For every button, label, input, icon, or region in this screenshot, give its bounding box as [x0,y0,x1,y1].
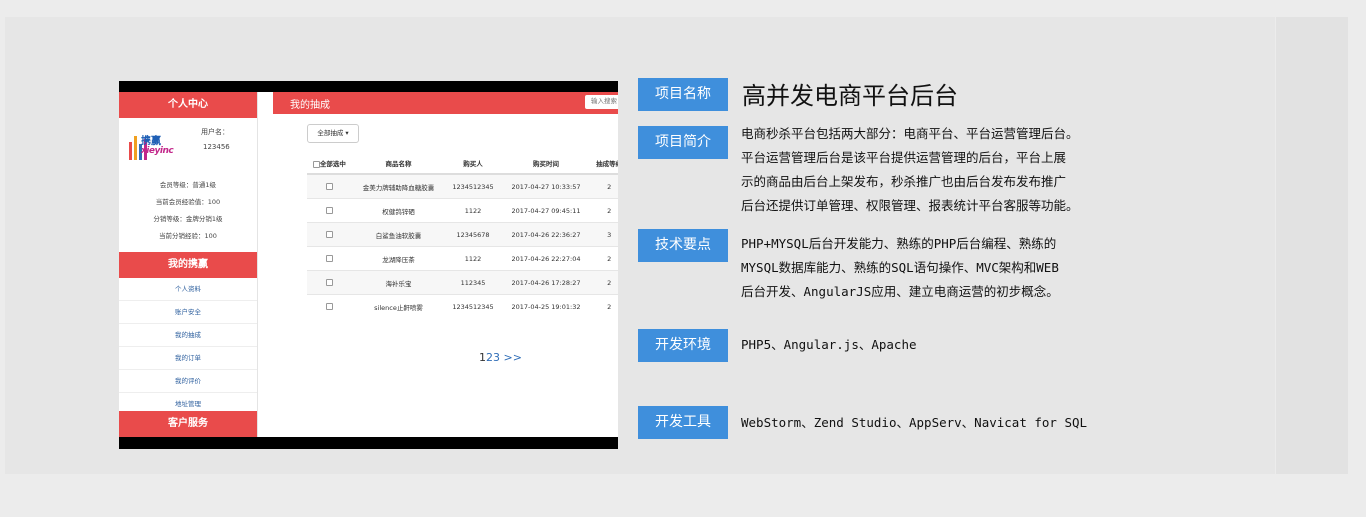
tag-dev-tools: 开发工具 [638,406,728,439]
cell-buyer: 1122 [445,198,501,223]
tag-tech-points: 技术要点 [638,229,728,262]
cell-product: 金美力牌辅助降血糖胶囊 [351,173,446,199]
main-title: 我的抽成 [290,100,330,111]
sidebar-section-header: 我的携赢 [119,252,257,278]
commission-table: 全部选中 商品名称 购买人 购买时间 抽成等级 金美力牌辅助降血糖胶囊 1234… [307,153,618,318]
table-row: 海补乐宝 112345 2017-04-26 17:28:27 2 [307,270,618,295]
row-checkbox[interactable] [325,207,333,214]
tag-dev-env: 开发环境 [638,329,728,362]
logo-cn-text: 携赢 [141,136,161,147]
stat-dist-exp: 当前分销经验：100 [159,232,217,240]
cell-time: 2017-04-25 19:01:32 [500,294,592,318]
col-select-all-label: 全部选中 [319,160,346,168]
screenshot-content: 个人中心 携赢 xieyinc 用户名： 123456 会员等级：普通1级 当前… [119,92,618,437]
cell-product: 海补乐宝 [351,270,446,295]
col-buyer: 购买人 [445,153,501,175]
table-header-row: 全部选中 商品名称 购买人 购买时间 抽成等级 [307,153,618,175]
cell-level: 3 [591,222,618,247]
row-checkbox[interactable] [325,231,333,238]
project-name: 高并发电商平台后台 [742,82,958,110]
cell-buyer: 1234512345 [445,294,501,318]
table-row: 龙湖降压茶 1122 2017-04-26 22:27:04 2 [307,246,618,271]
tech-line: PHP+MYSQL后台开发能力、熟练的PHP后台编程、熟练的 [741,236,1057,251]
sidebar-header: 个人中心 [119,92,257,118]
search-input[interactable] [585,95,618,109]
row-checkbox-cell[interactable] [307,270,352,295]
sidebar-item-commission[interactable]: 我的抽成 [119,324,257,347]
tag-project-name: 项目名称 [638,78,728,111]
row-checkbox[interactable] [325,303,333,310]
pagination: 123 >> [479,351,522,364]
tech-points: PHP+MYSQL后台开发能力、熟练的PHP后台编程、熟练的 MYSQL数据库能… [741,232,1059,304]
project-screenshot: 个人中心 携赢 xieyinc 用户名： 123456 会员等级：普通1级 当前… [119,81,618,449]
stat-member-level: 会员等级：普通1级 [159,181,217,189]
cell-product: 龙湖降压茶 [351,246,446,271]
cell-level: 2 [591,173,618,199]
project-intro: 电商秒杀平台包括两大部分：电商平台、平台运营管理后台。 平台运营管理后台是该平台… [741,122,1079,218]
main-header: 我的抽成 [273,92,618,114]
cell-level: 2 [591,198,618,223]
row-checkbox-cell[interactable] [307,173,352,199]
cell-buyer: 12345678 [445,222,501,247]
stat-member-exp: 当前会员经验值：100 [155,198,221,206]
table-row: 权健鸽锌硒 1122 2017-04-27 09:45:11 2 [307,198,618,223]
sidebar-item-security[interactable]: 账户安全 [119,301,257,324]
username: 123456 [203,143,230,151]
sidebar: 个人中心 携赢 xieyinc 用户名： 123456 会员等级：普通1级 当前… [119,92,258,437]
username-label: 用户名： [201,128,229,136]
cell-time: 2017-04-27 09:45:11 [500,198,592,223]
stat-dist-level: 分销等级：金牌分销1级 [153,215,223,223]
cell-time: 2017-04-26 22:36:27 [500,222,592,247]
tag-project-intro: 项目简介 [638,126,728,159]
cell-product: silence止鼾喷雾 [351,294,446,318]
sidebar-item-reviews[interactable]: 我的评价 [119,370,257,393]
sidebar-service-header[interactable]: 客户服务 [119,411,257,437]
col-time: 购买时间 [500,153,592,175]
col-product: 商品名称 [351,153,446,175]
intro-line: 电商秒杀平台包括两大部分：电商平台、平台运营管理后台。 [741,126,1079,141]
sidebar-item-orders[interactable]: 我的订单 [119,347,257,370]
member-stats: 会员等级：普通1级 当前会员经验值：100 分销等级：金牌分销1级 当前分销经验… [119,177,257,245]
profile-block: 携赢 xieyinc 用户名： 123456 [119,118,257,176]
row-checkbox-cell[interactable] [307,294,352,318]
cell-time: 2017-04-26 22:27:04 [500,246,592,271]
filter-dropdown[interactable]: 全部抽成 ▾ [307,124,359,143]
cell-time: 2017-04-26 17:28:27 [500,270,592,295]
row-checkbox-cell[interactable] [307,198,352,223]
cell-product: 权健鸽锌硒 [351,198,446,223]
cell-buyer: 1234512345 [445,173,501,199]
cell-level: 2 [591,294,618,318]
tech-line: MYSQL数据库能力、熟练的SQL语句操作、MVC架构和WEB [741,260,1059,275]
page-links[interactable]: 23 >> [486,351,522,364]
cell-level: 2 [591,270,618,295]
tech-line: 后台开发、AngularJS应用、建立电商运营的初步概念。 [741,284,1059,299]
cell-product: 白鲨鱼油软胶囊 [351,222,446,247]
dev-tools: WebStorm、Zend Studio、AppServ、Navicat for… [741,415,1088,430]
cell-buyer: 1122 [445,246,501,271]
cell-time: 2017-04-27 10:33:57 [500,173,592,199]
table-row: silence止鼾喷雾 1234512345 2017-04-25 19:01:… [307,294,618,318]
row-checkbox[interactable] [325,255,333,262]
table-row: 金美力牌辅助降血糖胶囊 1234512345 2017-04-27 10:33:… [307,173,618,199]
col-level: 抽成等级 [591,153,618,175]
intro-line: 平台运营管理后台是该平台提供运营管理的后台，平台上展 [741,150,1067,165]
row-checkbox-cell[interactable] [307,222,352,247]
page-current[interactable]: 1 [479,351,486,364]
row-checkbox-cell[interactable] [307,246,352,271]
row-checkbox[interactable] [325,183,333,190]
row-checkbox[interactable] [325,279,333,286]
table-row: 白鲨鱼油软胶囊 12345678 2017-04-26 22:36:27 3 [307,222,618,247]
sidebar-item-profile[interactable]: 个人资料 [119,278,257,301]
select-all-checkbox[interactable] [312,160,320,168]
right-edge-strip [1276,17,1348,474]
col-select-all[interactable]: 全部选中 [307,153,352,175]
logo-latin-text: xieyinc [141,146,174,156]
dev-env: PHP5、Angular.js、Apache [741,337,917,352]
intro-line: 示的商品由后台上架发布，秒杀推广也由后台发布发布推广 [741,174,1067,189]
cell-buyer: 112345 [445,270,501,295]
intro-line: 后台还提供订单管理、权限管理、报表统计平台客服等功能。 [741,198,1079,213]
cell-level: 2 [591,246,618,271]
